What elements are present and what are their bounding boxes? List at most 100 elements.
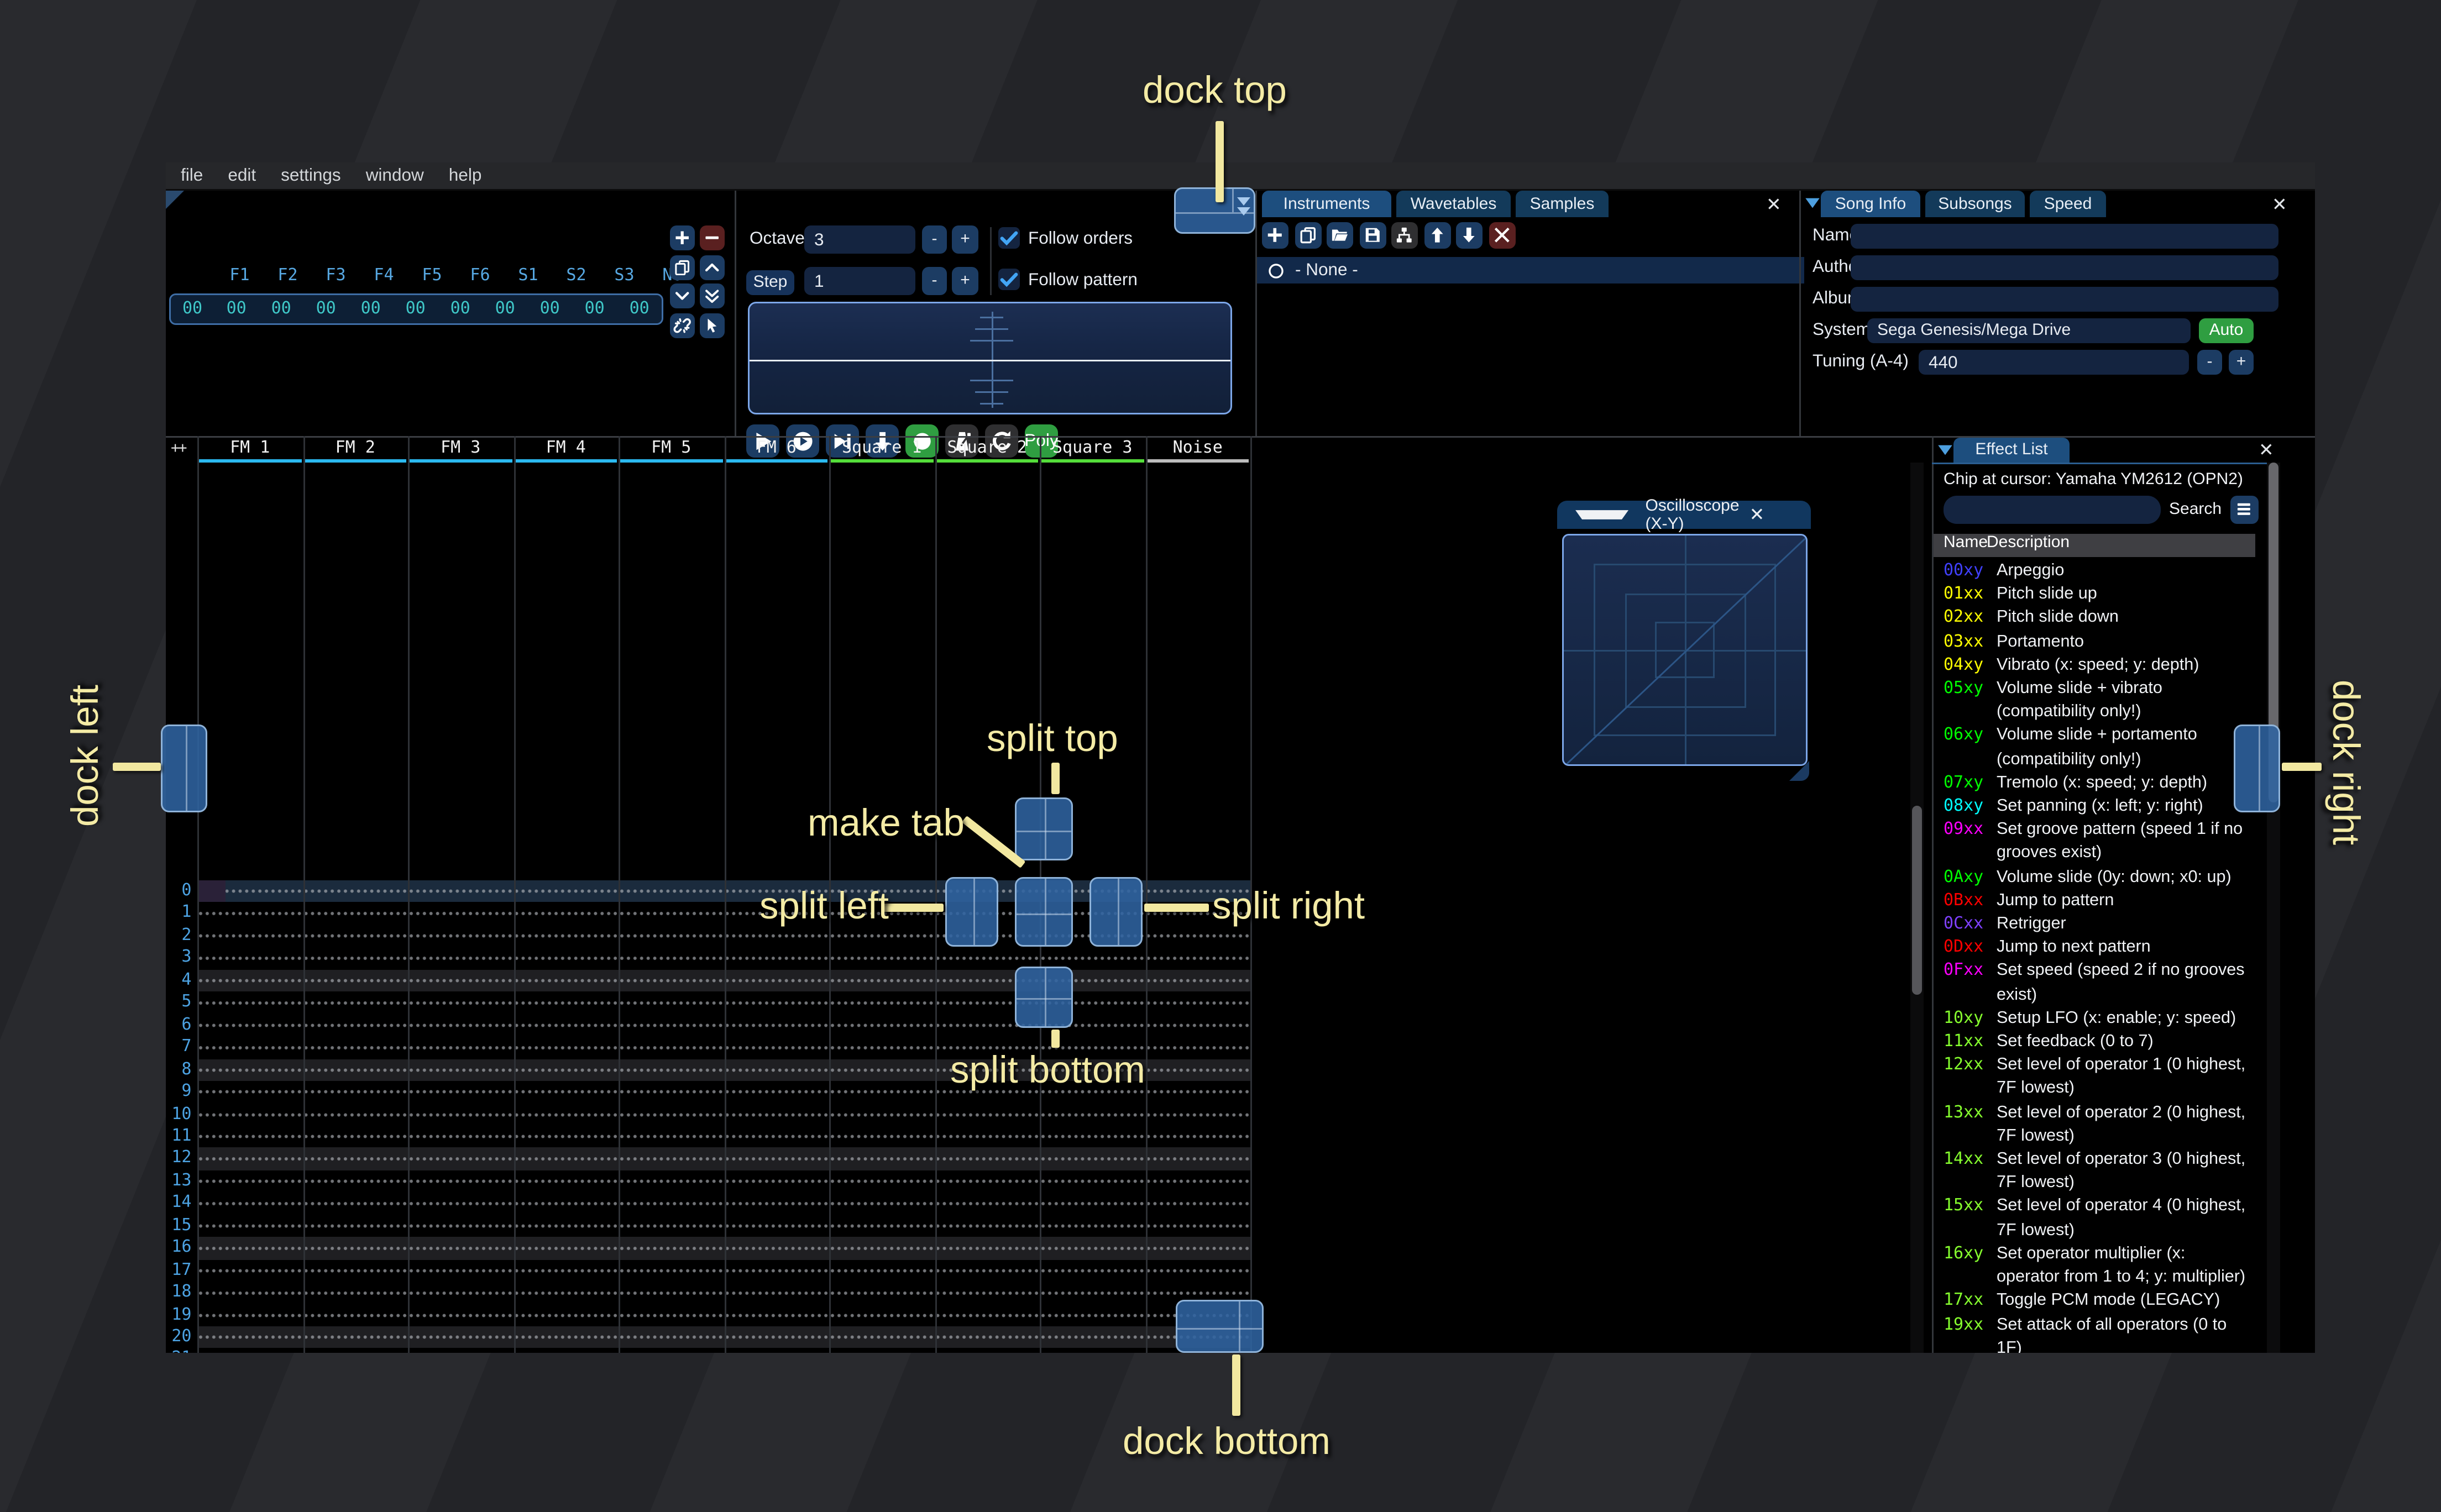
effect-row-08xy[interactable]: 08xy Set panning (x: left; y: right) — [1934, 796, 2259, 820]
author-field[interactable] — [1851, 255, 2278, 280]
pattern-row-6[interactable]: 6 — [166, 1014, 1250, 1037]
menu-window[interactable]: window — [366, 166, 424, 186]
effect-row-12xx[interactable]: 12xx Set level of operator 1 (0 highest, … — [1934, 1055, 2259, 1102]
add-instrument-icon[interactable] — [1262, 222, 1288, 249]
pattern-options-button[interactable]: ++ — [171, 441, 187, 458]
pattern-scrollbar[interactable] — [1910, 463, 1924, 1353]
dock-top-target[interactable] — [1174, 187, 1255, 234]
oscilloscope-title-bar[interactable]: Oscilloscope (X-Y) ✕ — [1557, 497, 1811, 533]
effect-row-02xx[interactable]: 02xx Pitch slide down — [1934, 607, 2259, 631]
make-tab-target[interactable] — [1015, 877, 1073, 947]
instrument-list-item[interactable]: - None - — [1257, 257, 1804, 284]
tuning-plus-button[interactable]: + — [2229, 350, 2254, 375]
effect-row-19xx[interactable]: 19xx Set attack of all operators (0 to 1F… — [1934, 1314, 2259, 1353]
effect-row-16xy[interactable]: 16xy Set operator multiplier (x: operator… — [1934, 1243, 2259, 1290]
effect-row-09xx[interactable]: 09xx Set groove pattern (speed 1 if no gr… — [1934, 820, 2259, 867]
open-instrument-icon[interactable] — [1327, 222, 1353, 249]
order-cell-9[interactable]: 00 — [617, 300, 662, 318]
order-cell-8[interactable]: 00 — [572, 300, 617, 318]
tuning-field[interactable] — [1919, 350, 2189, 375]
tab-samples[interactable]: Samples — [1516, 191, 1609, 217]
order-cell-0[interactable]: 00 — [214, 300, 259, 318]
move-instrument-up-icon[interactable] — [1423, 222, 1450, 249]
effect-row-0Cxx[interactable]: 0Cxx Retrigger — [1934, 914, 2259, 937]
effect-row-03xx[interactable]: 03xx Portamento — [1934, 631, 2259, 655]
menu-settings[interactable]: settings — [281, 166, 341, 186]
pattern-row-21[interactable]: 21 — [166, 1348, 1250, 1353]
menu-file[interactable]: file — [181, 166, 203, 186]
channel-header-fm-6[interactable]: FM 6 — [724, 439, 830, 459]
channel-header-fm-2[interactable]: FM 2 — [303, 439, 408, 459]
pattern-row-11[interactable]: 11 — [166, 1125, 1250, 1148]
order-change-mode-icon[interactable] — [699, 312, 724, 338]
step-plus-button[interactable]: + — [952, 267, 978, 295]
duplicate-order-end-icon[interactable] — [699, 284, 724, 308]
tab-song-info[interactable]: Song Info — [1821, 191, 1920, 217]
pattern-row-20[interactable]: 20 — [166, 1326, 1250, 1349]
pattern-row-13[interactable]: 13 — [166, 1170, 1250, 1193]
hamburger-menu-icon[interactable] — [2230, 496, 2259, 524]
system-field[interactable] — [1867, 318, 2191, 343]
channel-header-square-3[interactable]: Square 3 — [1040, 439, 1145, 459]
close-icon[interactable]: ✕ — [2259, 439, 2274, 461]
pattern-row-4[interactable]: 4 — [166, 969, 1250, 992]
move-order-up-icon[interactable] — [699, 254, 724, 280]
order-cell-1[interactable]: 00 — [259, 300, 303, 318]
channel-header-fm-4[interactable]: FM 4 — [514, 439, 619, 459]
deep-clone-order-icon[interactable] — [670, 312, 695, 338]
channel-header-square-1[interactable]: Square 1 — [829, 439, 935, 459]
effect-row-10xy[interactable]: 10xy Setup LFO (x: enable; y: speed) — [1934, 1008, 2259, 1032]
close-icon[interactable]: ✕ — [1749, 504, 1799, 526]
split-right-target[interactable] — [1089, 877, 1143, 947]
channel-header-noise[interactable]: Noise — [1145, 439, 1251, 459]
name-field[interactable] — [1851, 224, 2278, 249]
effect-row-0Dxx[interactable]: 0Dxx Jump to next pattern — [1934, 937, 2259, 961]
order-cell-2[interactable]: 00 — [303, 300, 348, 318]
auto-system-button[interactable]: Auto — [2199, 318, 2254, 343]
duplicate-instrument-icon[interactable] — [1294, 222, 1321, 249]
order-row[interactable]: 00 00 00 00 00 00 00 00 00 00 00 — [169, 293, 663, 325]
dock-bottom-target[interactable] — [1176, 1300, 1264, 1353]
pattern-row-15[interactable]: 15 — [166, 1215, 1250, 1237]
tab-wavetables[interactable]: Wavetables — [1396, 191, 1511, 217]
split-left-target[interactable] — [945, 877, 998, 947]
octave-input[interactable] — [804, 225, 915, 254]
close-icon[interactable]: ✕ — [1766, 194, 1782, 216]
effect-row-00xy[interactable]: 00xy Arpeggio — [1934, 560, 2259, 584]
duplicate-order-icon[interactable] — [670, 254, 695, 280]
effect-row-11xx[interactable]: 11xx Set feedback (0 to 7) — [1934, 1031, 2259, 1055]
move-instrument-down-icon[interactable] — [1456, 222, 1483, 249]
dock-left-target[interactable] — [161, 725, 207, 812]
channel-header-fm-3[interactable]: FM 3 — [408, 439, 514, 459]
tab-instruments[interactable]: Instruments — [1262, 191, 1391, 217]
order-cell-7[interactable]: 00 — [527, 300, 572, 318]
add-order-icon[interactable] — [670, 225, 695, 250]
effect-row-06xy[interactable]: 06xy Volume slide + portamento (compatibi… — [1934, 725, 2259, 772]
step-minus-button[interactable]: - — [922, 267, 947, 295]
instrument-folders-icon[interactable] — [1391, 222, 1418, 249]
tuning-minus-button[interactable]: - — [2197, 350, 2222, 375]
effect-row-07xy[interactable]: 07xy Tremolo (x: speed; y: depth) — [1934, 772, 2259, 796]
pattern-row-12[interactable]: 12 — [166, 1148, 1250, 1170]
pattern-row-5[interactable]: 5 — [166, 991, 1250, 1015]
pattern-row-10[interactable]: 10 — [166, 1103, 1250, 1126]
tab-subsongs[interactable]: Subsongs — [1925, 191, 2025, 217]
order-cell-3[interactable]: 00 — [348, 300, 393, 318]
effect-row-0Axy[interactable]: 0Axy Volume slide (0y: down; x0: up) — [1934, 867, 2259, 890]
pattern-row-0[interactable]: 0 — [166, 880, 1250, 903]
album-field[interactable] — [1851, 287, 2278, 312]
channel-header-fm-1[interactable]: FM 1 — [197, 439, 303, 459]
effect-search-input[interactable] — [1944, 496, 2161, 524]
close-icon[interactable]: ✕ — [2272, 194, 2287, 216]
collapse-caret-icon[interactable] — [1575, 510, 1629, 519]
effect-row-0Bxx[interactable]: 0Bxx Jump to pattern — [1934, 890, 2259, 914]
effect-list-scrollbar[interactable] — [2267, 463, 2280, 1353]
order-cell-6[interactable]: 00 — [483, 300, 527, 318]
pattern-row-14[interactable]: 14 — [166, 1192, 1250, 1215]
split-top-target[interactable] — [1015, 797, 1073, 860]
pattern-row-19[interactable]: 19 — [166, 1304, 1250, 1326]
effect-row-17xx[interactable]: 17xx Toggle PCM mode (LEGACY) — [1934, 1290, 2259, 1314]
delete-instrument-icon[interactable] — [1488, 222, 1515, 249]
pattern-row-2[interactable]: 2 — [166, 925, 1250, 947]
menu-help[interactable]: help — [449, 166, 482, 186]
